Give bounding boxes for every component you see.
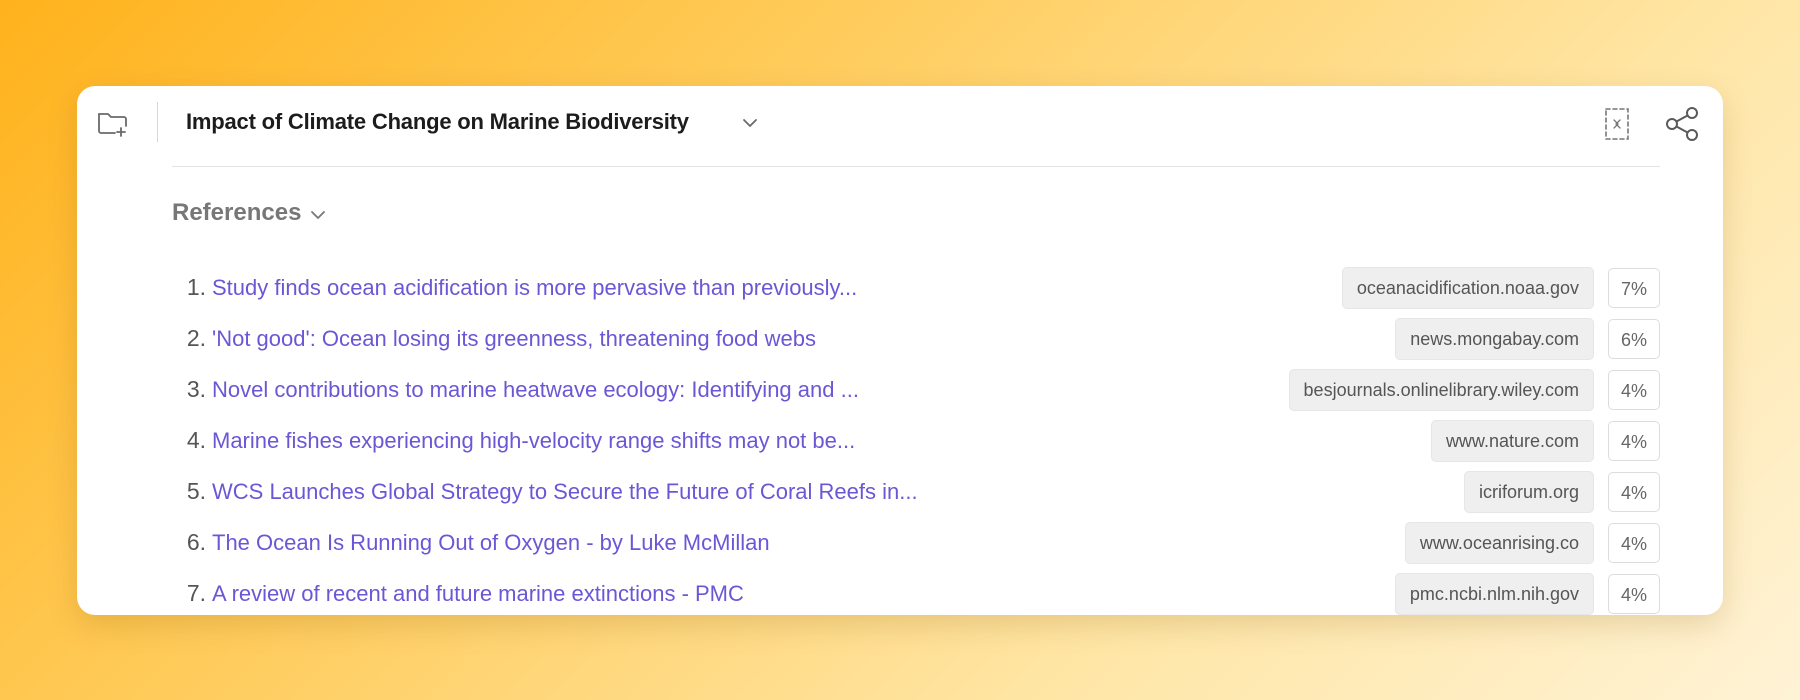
reference-number: 6. — [186, 529, 206, 555]
domain-chip[interactable]: news.mongabay.com — [1395, 317, 1594, 360]
share-icon — [1664, 106, 1700, 142]
folder-add-icon — [97, 110, 129, 138]
reference-item: 4. Marine fishes experiencing high-veloc… — [172, 415, 1660, 466]
domain-chip[interactable]: www.oceanrising.co — [1404, 521, 1594, 564]
domain-chip[interactable]: besjournals.onlinelibrary.wiley.com — [1288, 368, 1594, 411]
reference-link[interactable]: Study finds ocean acidification is more … — [212, 275, 857, 301]
focus-mode-button[interactable] — [1599, 104, 1635, 144]
domain-chip[interactable]: icriforum.org — [1463, 470, 1594, 513]
reference-item: 5. WCS Launches Global Strategy to Secur… — [172, 466, 1660, 517]
reference-link[interactable]: Marine fishes experiencing high-velocity… — [212, 428, 855, 454]
reference-link[interactable]: 'Not good': Ocean losing its greenness, … — [212, 326, 816, 352]
reference-number: 3. — [186, 376, 206, 402]
reference-meta: pmc.ncbi.nlm.nih.gov 4% — [1394, 572, 1660, 615]
relevance-percent: 6% — [1608, 318, 1660, 359]
reference-number: 1. — [186, 274, 206, 300]
relevance-percent: 7% — [1608, 267, 1660, 308]
reference-number: 2. — [186, 325, 206, 351]
chevron-down-icon — [741, 117, 759, 129]
reference-link[interactable]: A review of recent and future marine ext… — [212, 581, 744, 607]
share-button[interactable] — [1662, 104, 1702, 144]
toolbar-divider — [157, 102, 158, 142]
reference-number: 4. — [186, 427, 206, 453]
focus-frame-icon — [1604, 107, 1630, 141]
reference-link[interactable]: The Ocean Is Running Out of Oxygen - by … — [212, 530, 770, 556]
relevance-percent: 4% — [1608, 573, 1660, 614]
top-bar: Impact of Climate Change on Marine Biodi… — [77, 86, 1723, 166]
reference-number: 5. — [186, 478, 206, 504]
research-panel: Impact of Climate Change on Marine Biodi… — [77, 86, 1723, 615]
reference-list: 1. Study finds ocean acidification is mo… — [172, 262, 1660, 615]
reference-meta: www.nature.com 4% — [1430, 419, 1660, 462]
add-to-folder-button[interactable] — [95, 106, 131, 142]
header-divider — [172, 166, 1660, 167]
relevance-percent: 4% — [1608, 471, 1660, 512]
reference-item: 3. Novel contributions to marine heatwav… — [172, 364, 1660, 415]
reference-number: 7. — [186, 580, 206, 606]
reference-item: 6. The Ocean Is Running Out of Oxygen - … — [172, 517, 1660, 568]
reference-link[interactable]: WCS Launches Global Strategy to Secure t… — [212, 479, 918, 505]
reference-meta: besjournals.onlinelibrary.wiley.com 4% — [1288, 368, 1660, 411]
relevance-percent: 4% — [1608, 522, 1660, 563]
domain-chip[interactable]: pmc.ncbi.nlm.nih.gov — [1394, 572, 1594, 615]
relevance-percent: 4% — [1608, 369, 1660, 410]
reference-link[interactable]: Novel contributions to marine heatwave e… — [212, 377, 859, 403]
chevron-down-icon — [307, 204, 329, 226]
reference-item: 2. 'Not good': Ocean losing its greennes… — [172, 313, 1660, 364]
reference-meta: icriforum.org 4% — [1463, 470, 1660, 513]
reference-meta: www.oceanrising.co 4% — [1404, 521, 1660, 564]
reference-item: 7. A review of recent and future marine … — [172, 568, 1660, 615]
references-toggle[interactable]: References — [172, 199, 329, 227]
reference-meta: news.mongabay.com 6% — [1395, 317, 1660, 360]
relevance-percent: 4% — [1608, 420, 1660, 461]
domain-chip[interactable]: oceanacidification.noaa.gov — [1341, 266, 1594, 309]
references-title: References — [172, 199, 302, 226]
domain-chip[interactable]: www.nature.com — [1430, 419, 1594, 462]
reference-item: 1. Study finds ocean acidification is mo… — [172, 262, 1660, 313]
title-dropdown-button[interactable] — [737, 110, 763, 136]
page-title: Impact of Climate Change on Marine Biodi… — [186, 109, 689, 134]
reference-meta: oceanacidification.noaa.gov 7% — [1341, 266, 1660, 309]
